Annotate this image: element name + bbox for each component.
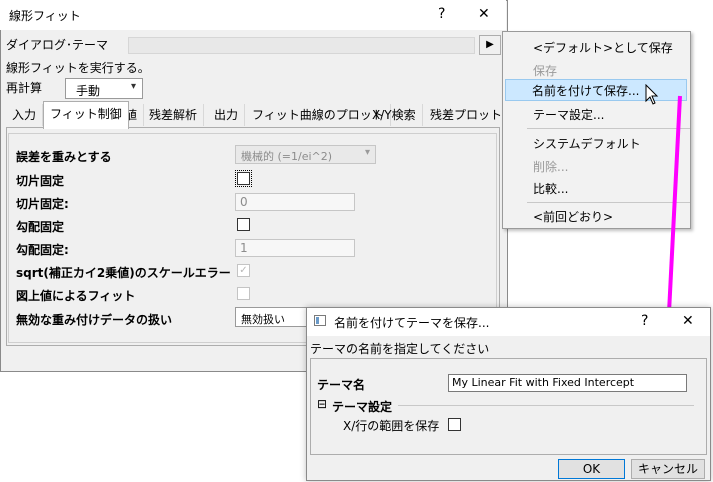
- fix-intercept-checkbox[interactable]: [235, 170, 252, 187]
- save-xy-range-label: X/行の範囲を保存: [343, 419, 440, 433]
- help-button[interactable]: ?: [438, 6, 445, 22]
- play-arrow-icon: ▶: [486, 39, 494, 50]
- invalid-weight-select[interactable]: 無効扱い: [235, 307, 307, 327]
- collapse-icon[interactable]: ⊟: [317, 397, 327, 411]
- menu-item-delete: 削除...: [533, 160, 569, 174]
- fix-intercept-label: 切片固定: [16, 174, 65, 188]
- instruction-text: テーマの名前を指定してください: [310, 342, 490, 356]
- menu-item-theme-settings[interactable]: テーマ設定...: [533, 106, 604, 123]
- apparent-fit-checkbox: [237, 287, 250, 300]
- theme-name-label: テーマ名: [317, 378, 366, 392]
- menu-item-system-default[interactable]: システムデフォルト: [533, 135, 641, 152]
- weight-select: 機械的 (=1/ei^2) ▾: [235, 145, 376, 164]
- menu-item-compare[interactable]: 比較...: [533, 180, 568, 197]
- fix-slope-label: 勾配固定: [16, 220, 65, 234]
- invalid-weight-label: 無効な重み付けデータの扱い: [16, 313, 173, 327]
- tab-residual-plot[interactable]: 残差プロット: [424, 104, 510, 126]
- theme-settings-label: テーマ設定: [332, 400, 393, 414]
- tab-input[interactable]: 入力: [6, 104, 44, 126]
- fix-slope-at-label: 勾配固定:: [16, 243, 69, 257]
- tab-strip: 入力 フィット制御 値 残差解析 出力 フィット曲線のプロット X/Y検索 残差…: [6, 101, 510, 129]
- dialog-theme-label: ダイアログ･テーマ: [6, 38, 109, 52]
- close-button[interactable]: ✕: [478, 6, 490, 22]
- scale-error-label: sqrt(補正カイ2乗値)のスケールエラー: [16, 266, 231, 280]
- theme-menu-arrow-button[interactable]: ▶: [479, 35, 501, 55]
- chevron-down-icon: ▾: [130, 81, 136, 92]
- fix-intercept-at-label: 切片固定:: [16, 197, 69, 211]
- recalc-select[interactable]: 手動 ▾: [65, 78, 143, 99]
- tab-xy-find[interactable]: X/Y検索: [366, 104, 423, 126]
- chevron-down-icon: ▾: [364, 147, 370, 158]
- tab-fit-control[interactable]: フィット制御: [43, 101, 129, 129]
- menu-item-save-as-default[interactable]: <デフォルト>として保存: [533, 39, 673, 56]
- recalc-label: 再計算: [6, 81, 43, 95]
- window-title: 線形フィット: [9, 9, 81, 23]
- theme-name-input[interactable]: My Linear Fit with Fixed Intercept: [448, 374, 687, 392]
- window-icon: [314, 315, 326, 326]
- fix-slope-at-input: 1: [235, 239, 355, 257]
- cancel-button[interactable]: キャンセル: [631, 459, 705, 479]
- menu-item-save: 保存: [533, 64, 558, 78]
- save-xy-range-checkbox[interactable]: [448, 418, 461, 431]
- menu-item-save-as[interactable]: 名前を付けて保存...: [532, 82, 639, 99]
- invalid-weight-value: 無効扱い: [241, 313, 285, 326]
- tab-output[interactable]: 出力: [208, 104, 246, 126]
- dialog-title: 名前を付けてテーマを保存...: [334, 316, 490, 330]
- fix-intercept-at-input: 0: [235, 193, 355, 211]
- description-text: 線形フィットを実行する。: [6, 61, 150, 75]
- ok-button[interactable]: OK: [558, 459, 625, 479]
- weight-value: 機械的 (=1/ei^2): [241, 150, 333, 163]
- scale-error-checkbox: ✓: [237, 264, 250, 277]
- fix-slope-checkbox[interactable]: [237, 218, 250, 231]
- menu-item-last-used[interactable]: <前回どおり>: [533, 208, 613, 225]
- tab-residual-analysis[interactable]: 残差解析: [143, 104, 205, 126]
- dialog-help-button[interactable]: ?: [641, 313, 648, 329]
- group-separator: [398, 405, 694, 406]
- dialog-close-button[interactable]: ✕: [682, 313, 694, 329]
- weight-label: 誤差を重みとする: [16, 150, 112, 164]
- recalc-value: 手動: [76, 84, 101, 98]
- dialog-theme-field[interactable]: [128, 37, 475, 54]
- apparent-fit-label: 図上値によるフィット: [16, 289, 136, 303]
